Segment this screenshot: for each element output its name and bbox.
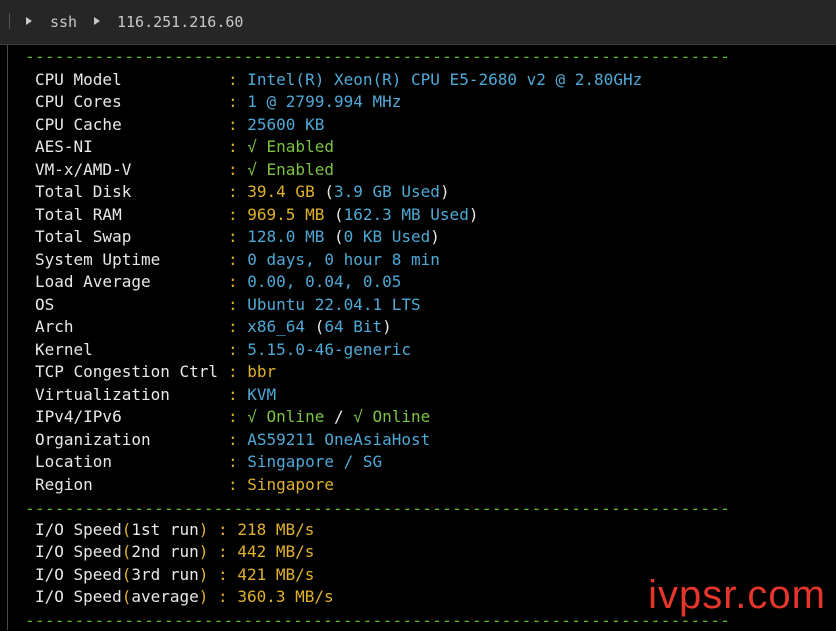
chevron-right-icon <box>94 17 100 25</box>
tab-bar: ssh 116.251.216.60 <box>0 0 836 45</box>
value: 5.15.0-46-generic <box>247 340 412 359</box>
ipv6-value: √ Online <box>353 407 431 426</box>
label: I/O Speed <box>35 542 122 561</box>
value: 39.4 GB <box>247 182 315 201</box>
row-io-avg: I/O Speed(average) : 360.3 MB/s <box>35 587 334 606</box>
breadcrumb-ssh[interactable]: ssh <box>50 13 77 31</box>
label: VM-x/AMD-V <box>35 160 132 179</box>
value: 25600 KB <box>247 115 325 134</box>
row-cpu-cache: CPU Cache: 25600 KB <box>35 115 325 134</box>
value: x86_64 <box>247 317 306 336</box>
value: 1 @ 2799.994 MHz <box>247 92 402 111</box>
value: 360.3 MB/s <box>237 587 334 606</box>
value: Intel(R) Xeon(R) CPU E5-2680 v2 @ 2.80GH… <box>247 70 643 89</box>
separator-line: ----------------------------------------… <box>25 499 731 518</box>
row-tcp: TCP Congestion Ctrl: bbr <box>35 362 277 381</box>
row-cpu-cores: CPU Cores: 1 @ 2799.994 MHz <box>35 92 402 111</box>
row-total-swap: Total Swap: 128.0 MB (0 KB Used) <box>35 227 440 246</box>
separator-line: ----------------------------------------… <box>25 47 731 66</box>
row-vm-x: VM-x/AMD-V: √ Enabled <box>35 160 334 179</box>
value: AS59211 OneAsiaHost <box>247 430 431 449</box>
tab-divider <box>9 13 10 29</box>
run-label: 3rd run <box>131 565 199 584</box>
value: KVM <box>247 385 277 404</box>
value: √ Enabled <box>247 137 334 156</box>
label: Total RAM <box>35 205 122 224</box>
label: System Uptime <box>35 250 161 269</box>
watermark-logo: ivpsr.com <box>648 573 826 617</box>
row-virt: Virtualization: KVM <box>35 385 277 404</box>
row-location: Location: Singapore / SG <box>35 452 383 471</box>
label: CPU Model <box>35 70 122 89</box>
run-label: 1st run <box>131 520 199 539</box>
value: 0.00, 0.04, 0.05 <box>247 272 402 291</box>
bit-value: 64 Bit <box>324 317 383 336</box>
value: bbr <box>247 362 277 381</box>
chevron-right-icon <box>26 17 32 25</box>
row-load: Load Average: 0.00, 0.04, 0.05 <box>35 272 402 291</box>
label: CPU Cache <box>35 115 122 134</box>
used-value: 162.3 MB Used <box>343 205 469 224</box>
separator-line: ----------------------------------------… <box>25 611 731 630</box>
row-io-run1: I/O Speed(1st run) : 218 MB/s <box>35 520 315 539</box>
label: OS <box>35 295 55 314</box>
value: Ubuntu 22.04.1 LTS <box>247 295 421 314</box>
row-total-disk: Total Disk: 39.4 GB (3.9 GB Used) <box>35 182 450 201</box>
row-arch: Arch: x86_64 (64 Bit) <box>35 317 392 336</box>
value: 442 MB/s <box>237 542 315 561</box>
run-label: 2nd run <box>131 542 199 561</box>
value: 128.0 MB <box>247 227 325 246</box>
value: 0 days, 0 hour 8 min <box>247 250 440 269</box>
label: Total Swap <box>35 227 132 246</box>
label: I/O Speed <box>35 587 122 606</box>
row-cpu-model: CPU Model: Intel(R) Xeon(R) CPU E5-2680 … <box>35 70 643 89</box>
label: I/O Speed <box>35 565 122 584</box>
row-region: Region: Singapore <box>35 475 334 494</box>
label: AES-NI <box>35 137 93 156</box>
used-value: 0 KB Used <box>343 227 431 246</box>
row-org: Organization: AS59211 OneAsiaHost <box>35 430 431 449</box>
value: Singapore / SG <box>247 452 383 471</box>
value: 421 MB/s <box>237 565 315 584</box>
row-kernel: Kernel: 5.15.0-46-generic <box>35 340 412 359</box>
used-value: 3.9 GB Used <box>333 182 440 201</box>
row-total-ram: Total RAM: 969.5 MB (162.3 MB Used) <box>35 205 479 224</box>
breadcrumb-host[interactable]: 116.251.216.60 <box>117 13 243 31</box>
label: Virtualization <box>35 385 170 404</box>
label: IPv4/IPv6 <box>35 407 122 426</box>
terminal-output[interactable]: ----------------------------------------… <box>0 44 836 630</box>
value: Singapore <box>247 475 334 494</box>
label: Arch <box>35 317 74 336</box>
value: 969.5 MB <box>247 205 325 224</box>
label: Organization <box>35 430 151 449</box>
label: Load Average <box>35 272 151 291</box>
row-io-run3: I/O Speed(3rd run) : 421 MB/s <box>35 565 315 584</box>
label: I/O Speed <box>35 520 122 539</box>
label: TCP Congestion Ctrl <box>35 362 219 381</box>
ipv-separator: / <box>333 407 344 426</box>
label: CPU Cores <box>35 92 122 111</box>
row-os: OS: Ubuntu 22.04.1 LTS <box>35 295 421 314</box>
run-label: average <box>131 587 199 606</box>
label: Location <box>35 452 113 471</box>
row-io-run2: I/O Speed(2nd run) : 442 MB/s <box>35 542 315 561</box>
row-aes-ni: AES-NI: √ Enabled <box>35 137 334 156</box>
value: √ Enabled <box>247 160 334 179</box>
ipv4-value: √ Online <box>247 407 325 426</box>
row-ipv: IPv4/IPv6: √ Online / √ Online <box>35 407 431 426</box>
label: Kernel <box>35 340 93 359</box>
value: 218 MB/s <box>237 520 315 539</box>
label: Total Disk <box>35 182 132 201</box>
label: Region <box>35 475 93 494</box>
row-uptime: System Uptime: 0 days, 0 hour 8 min <box>35 250 440 269</box>
